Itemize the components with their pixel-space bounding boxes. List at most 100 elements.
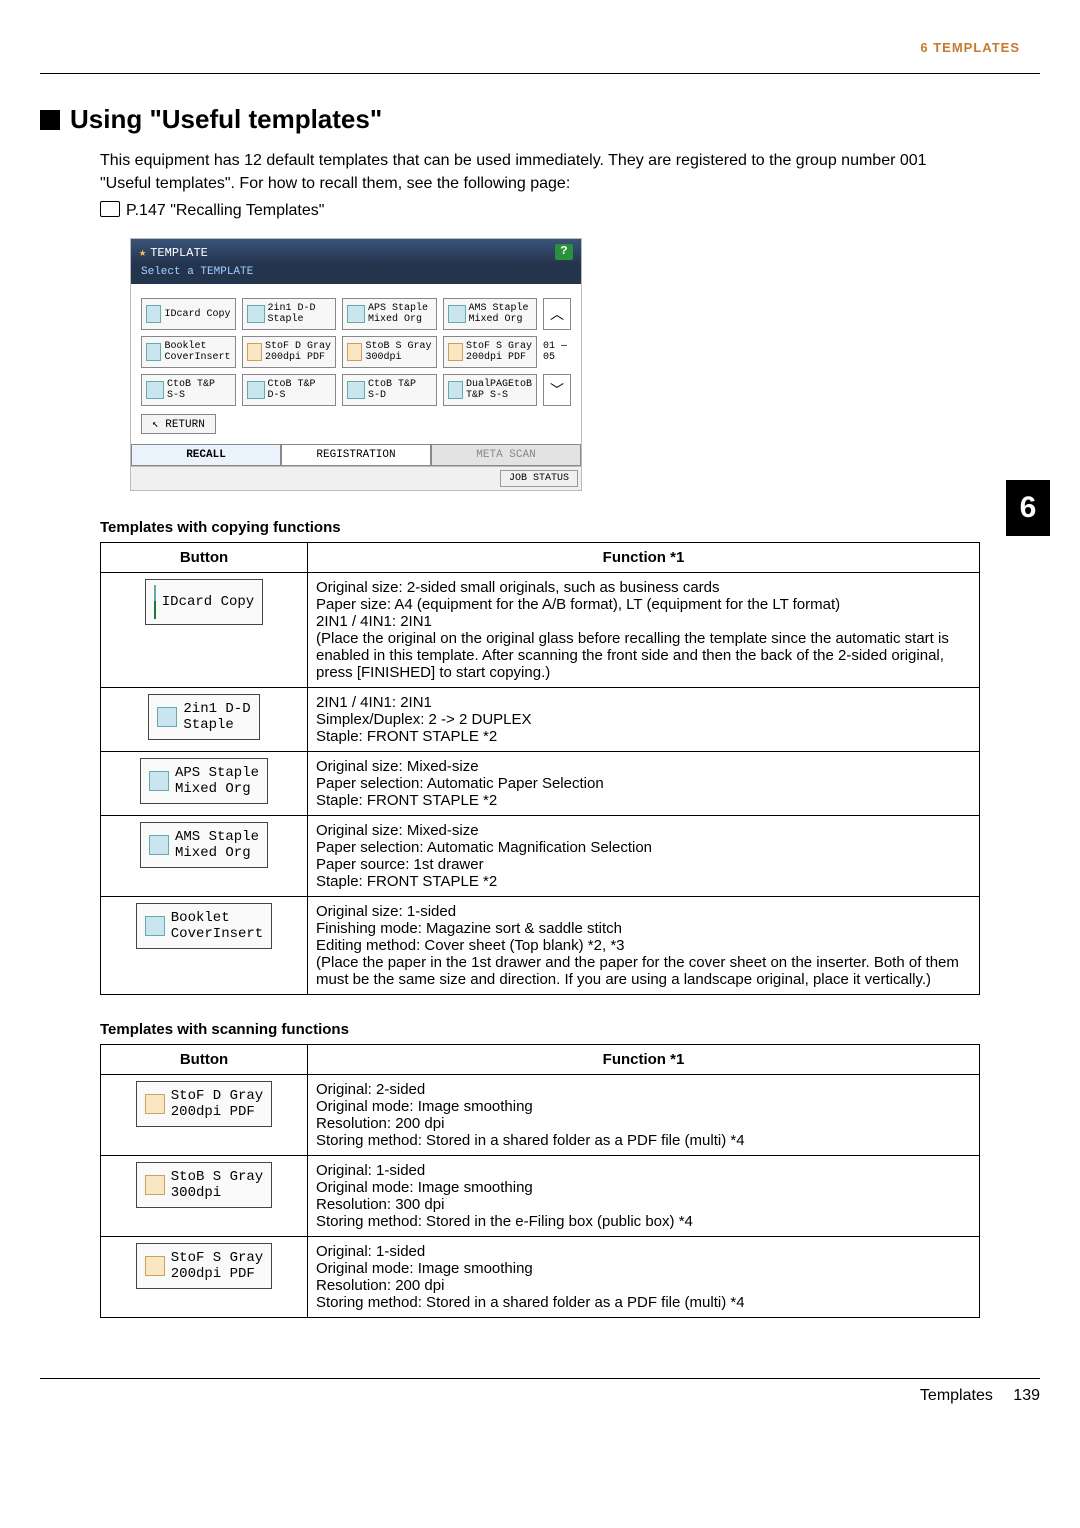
template-button[interactable]: APS Staple Mixed Org bbox=[342, 298, 437, 330]
ui-button: Booklet CoverInsert bbox=[136, 903, 272, 949]
ui-button: 2in1 D-D Staple bbox=[148, 694, 259, 740]
copy-icon bbox=[448, 305, 466, 323]
scroll-up-button[interactable]: ︿ bbox=[543, 298, 571, 330]
page-reference-text: P.147 "Recalling Templates" bbox=[126, 202, 324, 219]
function-cell: Original size: Mixed-size Paper selectio… bbox=[308, 752, 980, 816]
th-function-text: Function *1 bbox=[603, 1051, 685, 1068]
template-label: StoB S Gray 300dpi bbox=[365, 341, 431, 363]
chapter-header: 6 TEMPLATES bbox=[40, 40, 1040, 55]
copy-icon bbox=[145, 916, 165, 936]
scan-icon bbox=[448, 343, 463, 361]
table-row: Booklet CoverInsert Original size: 1-sid… bbox=[101, 897, 980, 995]
copy-icon bbox=[146, 343, 161, 361]
ui-button: StoF S Gray 200dpi PDF bbox=[136, 1243, 272, 1289]
template-screen: ★ TEMPLATE ? Select a TEMPLATE IDcard Cop… bbox=[130, 238, 582, 491]
section-title-text: Using "Useful templates" bbox=[70, 104, 382, 134]
screen-titlebar: ★ TEMPLATE ? bbox=[131, 239, 581, 264]
bottom-tabs: RECALL REGISTRATION META SCAN bbox=[131, 444, 581, 466]
copy-icon bbox=[149, 771, 169, 791]
template-button[interactable]: AMS Staple Mixed Org bbox=[443, 298, 538, 330]
ui-button: StoB S Gray 300dpi bbox=[136, 1162, 272, 1208]
function-cell: Original: 1-sided Original mode: Image s… bbox=[308, 1156, 980, 1237]
footer-label: Templates bbox=[920, 1387, 993, 1404]
return-label: RETURN bbox=[165, 419, 205, 431]
template-label: CtoB T&P D-S bbox=[268, 379, 316, 401]
table-row: StoB S Gray 300dpi Original: 1-sided Ori… bbox=[101, 1156, 980, 1237]
button-label: StoF D Gray 200dpi PDF bbox=[171, 1088, 263, 1120]
scanning-caption: Templates with scanning functions bbox=[100, 1021, 1040, 1038]
copy-icon bbox=[157, 707, 177, 727]
template-label: 2in1 D-D Staple bbox=[268, 303, 316, 325]
scan-icon bbox=[347, 343, 362, 361]
template-button[interactable]: 2in1 D-D Staple bbox=[242, 298, 337, 330]
scroll-down-button[interactable]: ﹀ bbox=[543, 374, 571, 406]
function-cell: Original size: Mixed-size Paper selectio… bbox=[308, 816, 980, 897]
help-button[interactable]: ? bbox=[555, 244, 573, 260]
template-label: Booklet CoverInsert bbox=[164, 341, 230, 363]
ui-button: IDcard Copy bbox=[145, 579, 263, 625]
table-row: 2in1 D-D Staple 2IN1 / 4IN1: 2IN1 Simple… bbox=[101, 688, 980, 752]
template-button[interactable]: CtoB T&P S-S bbox=[141, 374, 236, 406]
table-row: AMS Staple Mixed Org Original size: Mixe… bbox=[101, 816, 980, 897]
top-rule bbox=[40, 73, 1040, 74]
screen-subtitle: Select a TEMPLATE bbox=[131, 264, 581, 284]
chapter-tab: 6 bbox=[1006, 480, 1050, 536]
th-function: Function *1 bbox=[308, 543, 980, 573]
scan-icon bbox=[145, 1094, 165, 1114]
copy-icon bbox=[448, 381, 463, 399]
table-row: APS Staple Mixed Org Original size: Mixe… bbox=[101, 752, 980, 816]
ui-button: APS Staple Mixed Org bbox=[140, 758, 268, 804]
template-button[interactable]: StoB S Gray 300dpi bbox=[342, 336, 437, 368]
page-reference: P.147 "Recalling Templates" bbox=[100, 201, 1040, 220]
template-button[interactable]: IDcard Copy bbox=[141, 298, 236, 330]
function-cell: 2IN1 / 4IN1: 2IN1 Simplex/Duplex: 2 -> 2… bbox=[308, 688, 980, 752]
function-cell: Original size: 2-sided small originals, … bbox=[308, 573, 980, 688]
scan-icon bbox=[145, 1175, 165, 1195]
button-label: IDcard Copy bbox=[162, 594, 254, 610]
scan-icon bbox=[145, 1256, 165, 1276]
button-label: StoF S Gray 200dpi PDF bbox=[171, 1250, 263, 1282]
th-button: Button bbox=[101, 1045, 308, 1075]
copy-icon bbox=[347, 381, 365, 399]
job-status-button[interactable]: JOB STATUS bbox=[500, 470, 578, 487]
tab-metascan[interactable]: META SCAN bbox=[431, 444, 581, 466]
template-button[interactable]: CtoB T&P S-D bbox=[342, 374, 437, 406]
ui-button: AMS Staple Mixed Org bbox=[140, 822, 268, 868]
copy-icon bbox=[149, 835, 169, 855]
function-cell: Original: 2-sided Original mode: Image s… bbox=[308, 1075, 980, 1156]
th-button: Button bbox=[101, 543, 308, 573]
table-row: IDcard Copy Original size: 2-sided small… bbox=[101, 573, 980, 688]
template-label: AMS Staple Mixed Org bbox=[469, 303, 529, 325]
copying-caption: Templates with copying functions bbox=[100, 519, 1040, 536]
template-button[interactable]: DualPAGEtoB T&P S-S bbox=[443, 374, 538, 406]
template-label: StoF S Gray 200dpi PDF bbox=[466, 341, 532, 363]
copy-icon bbox=[146, 305, 161, 323]
star-icon: ★ bbox=[139, 246, 146, 260]
th-function: Function *1 bbox=[308, 1045, 980, 1075]
square-bullet bbox=[40, 110, 60, 130]
tab-recall[interactable]: RECALL bbox=[131, 444, 281, 466]
intro-paragraph: This equipment has 12 default templates … bbox=[100, 149, 980, 195]
function-cell: Original size: 1-sided Finishing mode: M… bbox=[308, 897, 980, 995]
function-cell: Original: 1-sided Original mode: Image s… bbox=[308, 1237, 980, 1318]
template-button[interactable]: Booklet CoverInsert bbox=[141, 336, 236, 368]
copy-icon bbox=[247, 305, 265, 323]
ui-button: StoF D Gray 200dpi PDF bbox=[136, 1081, 272, 1127]
copy-icon bbox=[347, 305, 365, 323]
button-label: StoB S Gray 300dpi bbox=[171, 1169, 263, 1201]
button-label: APS Staple Mixed Org bbox=[175, 765, 259, 797]
screen-title: TEMPLATE bbox=[150, 246, 208, 260]
template-label: StoF D Gray 200dpi PDF bbox=[265, 341, 331, 363]
button-label: Booklet CoverInsert bbox=[171, 910, 263, 942]
tab-registration[interactable]: REGISTRATION bbox=[281, 444, 431, 466]
table-row: StoF S Gray 200dpi PDF Original: 1-sided… bbox=[101, 1237, 980, 1318]
template-button[interactable]: CtoB T&P D-S bbox=[242, 374, 337, 406]
template-button[interactable]: StoF S Gray 200dpi PDF bbox=[443, 336, 538, 368]
page-number: 139 bbox=[1013, 1387, 1040, 1404]
button-label: AMS Staple Mixed Org bbox=[175, 829, 259, 861]
return-button[interactable]: ↖ RETURN bbox=[141, 414, 216, 434]
template-button[interactable]: StoF D Gray 200dpi PDF bbox=[242, 336, 337, 368]
copy-icon bbox=[146, 381, 164, 399]
book-icon bbox=[100, 201, 120, 217]
template-label: CtoB T&P S-S bbox=[167, 379, 215, 401]
